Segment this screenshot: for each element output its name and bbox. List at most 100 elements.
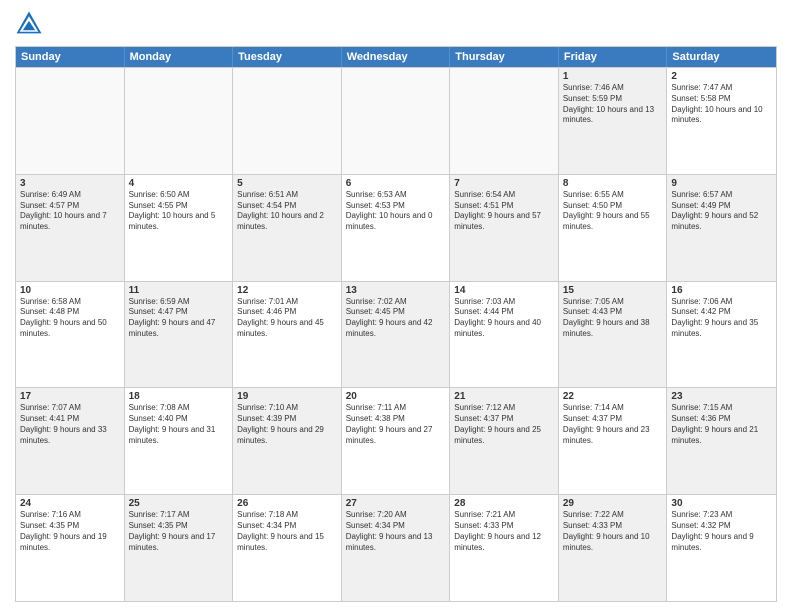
day-number: 17 <box>20 391 120 402</box>
calendar-row: 3Sunrise: 6:49 AM Sunset: 4:57 PM Daylig… <box>16 174 776 281</box>
calendar-cell <box>125 68 234 174</box>
day-info: Sunrise: 6:54 AM Sunset: 4:51 PM Dayligh… <box>454 190 554 233</box>
day-info: Sunrise: 6:57 AM Sunset: 4:49 PM Dayligh… <box>671 190 772 233</box>
day-number: 6 <box>346 178 446 189</box>
day-number: 9 <box>671 178 772 189</box>
weekday-header: Tuesday <box>233 47 342 67</box>
calendar-cell <box>233 68 342 174</box>
day-info: Sunrise: 6:53 AM Sunset: 4:53 PM Dayligh… <box>346 190 446 233</box>
calendar-cell: 29Sunrise: 7:22 AM Sunset: 4:33 PM Dayli… <box>559 495 668 601</box>
calendar-cell: 17Sunrise: 7:07 AM Sunset: 4:41 PM Dayli… <box>16 388 125 494</box>
day-info: Sunrise: 6:49 AM Sunset: 4:57 PM Dayligh… <box>20 190 120 233</box>
day-info: Sunrise: 7:15 AM Sunset: 4:36 PM Dayligh… <box>671 403 772 446</box>
calendar-row: 1Sunrise: 7:46 AM Sunset: 5:59 PM Daylig… <box>16 67 776 174</box>
day-info: Sunrise: 7:11 AM Sunset: 4:38 PM Dayligh… <box>346 403 446 446</box>
day-info: Sunrise: 7:20 AM Sunset: 4:34 PM Dayligh… <box>346 510 446 553</box>
day-number: 12 <box>237 285 337 296</box>
calendar-cell: 30Sunrise: 7:23 AM Sunset: 4:32 PM Dayli… <box>667 495 776 601</box>
day-number: 28 <box>454 498 554 509</box>
calendar-row: 24Sunrise: 7:16 AM Sunset: 4:35 PM Dayli… <box>16 494 776 601</box>
day-info: Sunrise: 7:12 AM Sunset: 4:37 PM Dayligh… <box>454 403 554 446</box>
calendar-cell: 2Sunrise: 7:47 AM Sunset: 5:58 PM Daylig… <box>667 68 776 174</box>
calendar: SundayMondayTuesdayWednesdayThursdayFrid… <box>15 46 777 602</box>
calendar-cell: 23Sunrise: 7:15 AM Sunset: 4:36 PM Dayli… <box>667 388 776 494</box>
day-number: 22 <box>563 391 663 402</box>
day-info: Sunrise: 7:01 AM Sunset: 4:46 PM Dayligh… <box>237 297 337 340</box>
day-number: 23 <box>671 391 772 402</box>
calendar-cell: 3Sunrise: 6:49 AM Sunset: 4:57 PM Daylig… <box>16 175 125 281</box>
day-number: 13 <box>346 285 446 296</box>
day-number: 7 <box>454 178 554 189</box>
day-number: 4 <box>129 178 229 189</box>
day-info: Sunrise: 7:18 AM Sunset: 4:34 PM Dayligh… <box>237 510 337 553</box>
day-info: Sunrise: 7:08 AM Sunset: 4:40 PM Dayligh… <box>129 403 229 446</box>
calendar-cell: 24Sunrise: 7:16 AM Sunset: 4:35 PM Dayli… <box>16 495 125 601</box>
day-info: Sunrise: 6:58 AM Sunset: 4:48 PM Dayligh… <box>20 297 120 340</box>
logo <box>15 10 47 38</box>
day-info: Sunrise: 7:22 AM Sunset: 4:33 PM Dayligh… <box>563 510 663 553</box>
calendar-cell: 10Sunrise: 6:58 AM Sunset: 4:48 PM Dayli… <box>16 282 125 388</box>
day-info: Sunrise: 7:02 AM Sunset: 4:45 PM Dayligh… <box>346 297 446 340</box>
day-info: Sunrise: 7:47 AM Sunset: 5:58 PM Dayligh… <box>671 83 772 126</box>
calendar-body: 1Sunrise: 7:46 AM Sunset: 5:59 PM Daylig… <box>16 67 776 601</box>
day-info: Sunrise: 6:59 AM Sunset: 4:47 PM Dayligh… <box>129 297 229 340</box>
day-number: 8 <box>563 178 663 189</box>
day-number: 25 <box>129 498 229 509</box>
weekday-header: Saturday <box>667 47 776 67</box>
calendar-cell: 12Sunrise: 7:01 AM Sunset: 4:46 PM Dayli… <box>233 282 342 388</box>
day-number: 2 <box>671 71 772 82</box>
day-number: 21 <box>454 391 554 402</box>
weekday-header: Sunday <box>16 47 125 67</box>
calendar-cell: 15Sunrise: 7:05 AM Sunset: 4:43 PM Dayli… <box>559 282 668 388</box>
weekday-header: Wednesday <box>342 47 451 67</box>
calendar-cell: 18Sunrise: 7:08 AM Sunset: 4:40 PM Dayli… <box>125 388 234 494</box>
calendar-cell: 26Sunrise: 7:18 AM Sunset: 4:34 PM Dayli… <box>233 495 342 601</box>
day-info: Sunrise: 7:06 AM Sunset: 4:42 PM Dayligh… <box>671 297 772 340</box>
weekday-header: Monday <box>125 47 234 67</box>
calendar-cell: 1Sunrise: 7:46 AM Sunset: 5:59 PM Daylig… <box>559 68 668 174</box>
day-number: 29 <box>563 498 663 509</box>
day-number: 15 <box>563 285 663 296</box>
day-info: Sunrise: 7:21 AM Sunset: 4:33 PM Dayligh… <box>454 510 554 553</box>
day-number: 16 <box>671 285 772 296</box>
calendar-cell: 20Sunrise: 7:11 AM Sunset: 4:38 PM Dayli… <box>342 388 451 494</box>
day-info: Sunrise: 7:05 AM Sunset: 4:43 PM Dayligh… <box>563 297 663 340</box>
calendar-cell: 28Sunrise: 7:21 AM Sunset: 4:33 PM Dayli… <box>450 495 559 601</box>
logo-icon <box>15 10 43 38</box>
day-info: Sunrise: 7:07 AM Sunset: 4:41 PM Dayligh… <box>20 403 120 446</box>
day-number: 27 <box>346 498 446 509</box>
day-number: 11 <box>129 285 229 296</box>
day-info: Sunrise: 7:03 AM Sunset: 4:44 PM Dayligh… <box>454 297 554 340</box>
page: SundayMondayTuesdayWednesdayThursdayFrid… <box>0 0 792 612</box>
calendar-cell: 9Sunrise: 6:57 AM Sunset: 4:49 PM Daylig… <box>667 175 776 281</box>
day-number: 26 <box>237 498 337 509</box>
day-info: Sunrise: 7:46 AM Sunset: 5:59 PM Dayligh… <box>563 83 663 126</box>
calendar-cell: 11Sunrise: 6:59 AM Sunset: 4:47 PM Dayli… <box>125 282 234 388</box>
calendar-cell: 27Sunrise: 7:20 AM Sunset: 4:34 PM Dayli… <box>342 495 451 601</box>
day-number: 3 <box>20 178 120 189</box>
calendar-cell: 25Sunrise: 7:17 AM Sunset: 4:35 PM Dayli… <box>125 495 234 601</box>
weekday-header: Thursday <box>450 47 559 67</box>
day-number: 10 <box>20 285 120 296</box>
day-number: 14 <box>454 285 554 296</box>
day-info: Sunrise: 7:14 AM Sunset: 4:37 PM Dayligh… <box>563 403 663 446</box>
day-number: 5 <box>237 178 337 189</box>
calendar-row: 17Sunrise: 7:07 AM Sunset: 4:41 PM Dayli… <box>16 387 776 494</box>
weekday-header: Friday <box>559 47 668 67</box>
calendar-cell: 5Sunrise: 6:51 AM Sunset: 4:54 PM Daylig… <box>233 175 342 281</box>
calendar-cell: 21Sunrise: 7:12 AM Sunset: 4:37 PM Dayli… <box>450 388 559 494</box>
day-number: 19 <box>237 391 337 402</box>
day-info: Sunrise: 6:55 AM Sunset: 4:50 PM Dayligh… <box>563 190 663 233</box>
calendar-cell <box>450 68 559 174</box>
header <box>15 10 777 38</box>
day-number: 30 <box>671 498 772 509</box>
day-info: Sunrise: 7:23 AM Sunset: 4:32 PM Dayligh… <box>671 510 772 553</box>
day-info: Sunrise: 7:17 AM Sunset: 4:35 PM Dayligh… <box>129 510 229 553</box>
day-info: Sunrise: 7:16 AM Sunset: 4:35 PM Dayligh… <box>20 510 120 553</box>
calendar-cell: 22Sunrise: 7:14 AM Sunset: 4:37 PM Dayli… <box>559 388 668 494</box>
calendar-cell: 7Sunrise: 6:54 AM Sunset: 4:51 PM Daylig… <box>450 175 559 281</box>
calendar-cell <box>16 68 125 174</box>
day-number: 1 <box>563 71 663 82</box>
calendar-header: SundayMondayTuesdayWednesdayThursdayFrid… <box>16 47 776 67</box>
calendar-cell: 13Sunrise: 7:02 AM Sunset: 4:45 PM Dayli… <box>342 282 451 388</box>
